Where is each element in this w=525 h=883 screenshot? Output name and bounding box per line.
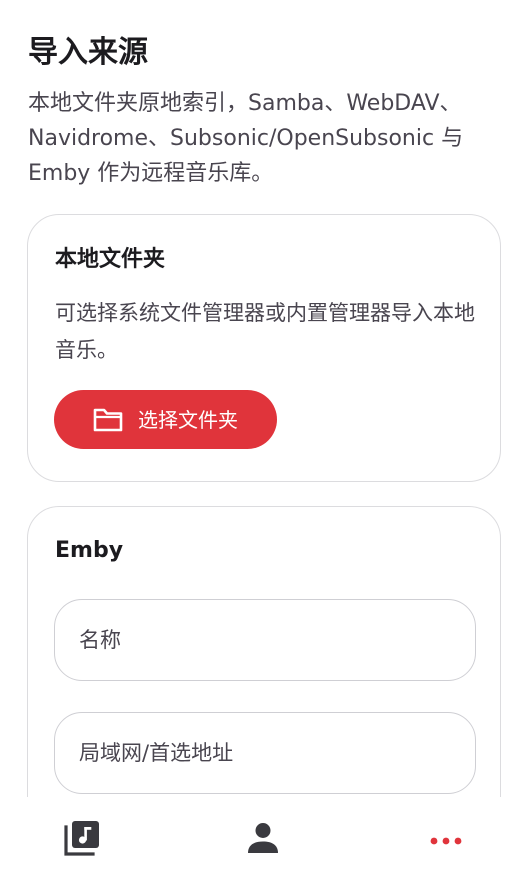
local-folder-card-title: 本地文件夹	[55, 247, 166, 272]
bottom-navigation	[0, 797, 525, 883]
emby-address-input[interactable]	[79, 713, 449, 793]
nav-item-more[interactable]	[386, 797, 506, 883]
more-horizontal-icon	[429, 831, 463, 850]
page-title: 导入来源	[28, 35, 148, 70]
emby-address-field[interactable]	[54, 712, 476, 794]
choose-folder-button[interactable]: 选择文件夹	[54, 390, 277, 449]
local-folder-card-description: 可选择系统文件管理器或内置管理器导入本地音乐。	[55, 301, 475, 362]
emby-card: Emby	[27, 506, 501, 797]
page-description: 本地文件夹原地索引，Samba、WebDAV、Navidrome、Subsoni…	[28, 91, 464, 186]
nav-item-profile[interactable]	[203, 797, 323, 883]
content-scroll-area[interactable]: 导入来源 本地文件夹原地索引，Samba、WebDAV、Navidrome、Su…	[0, 0, 525, 797]
nav-item-library[interactable]	[22, 797, 142, 883]
emby-name-input[interactable]	[79, 600, 449, 680]
emby-card-title: Emby	[55, 538, 124, 563]
import-sources-screen: 导入来源 本地文件夹原地索引，Samba、WebDAV、Navidrome、Su…	[0, 0, 525, 883]
person-icon	[246, 821, 280, 859]
local-folder-card: 本地文件夹 可选择系统文件管理器或内置管理器导入本地音乐。 选择文件夹	[27, 214, 501, 482]
music-library-icon	[62, 818, 102, 862]
emby-name-field[interactable]	[54, 599, 476, 681]
choose-folder-button-label: 选择文件夹	[138, 407, 238, 432]
folder-icon	[92, 407, 124, 433]
